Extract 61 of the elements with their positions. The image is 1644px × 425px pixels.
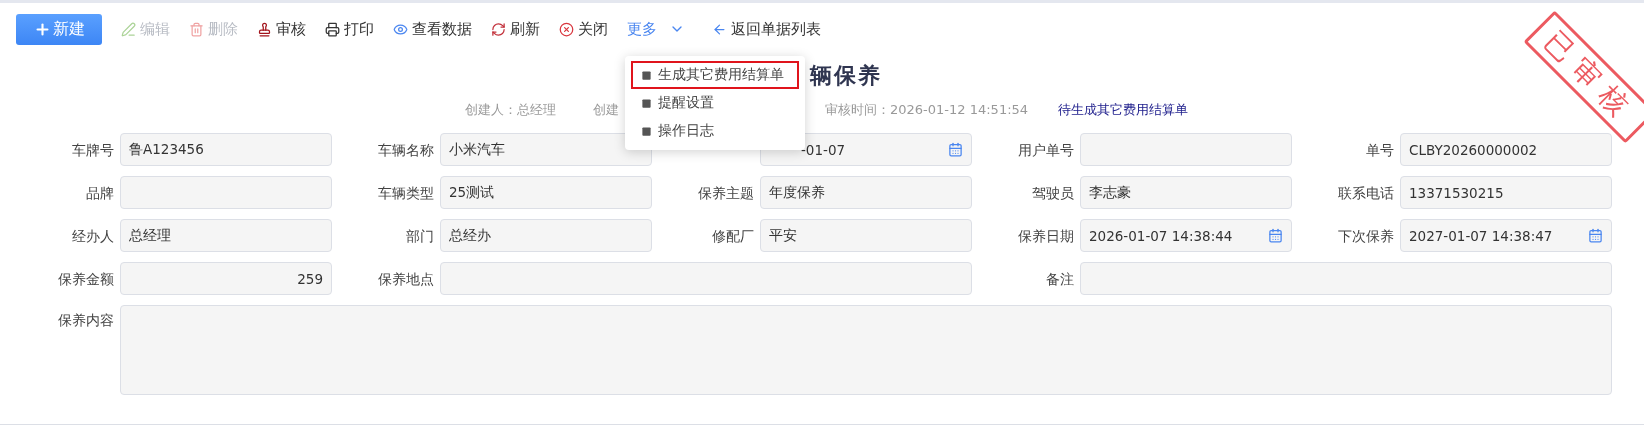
field-label: 保养内容: [57, 311, 115, 330]
more-dropdown[interactable]: 更多: [627, 19, 685, 39]
input-field[interactable]: 李志豪: [1080, 176, 1292, 209]
toolbar-button[interactable]: 返回单据列表: [712, 19, 821, 39]
toolbar-button[interactable]: 关闭: [559, 19, 608, 39]
page-title: 辆保养: [810, 63, 882, 88]
field-label: 经办人: [71, 227, 115, 246]
field-label: 备注: [1045, 270, 1075, 289]
input-field[interactable]: 鲁A123456: [120, 133, 332, 166]
status-text: 待生成其它费用结算单: [1058, 101, 1189, 119]
input-field[interactable]: 年度保养: [760, 176, 972, 209]
refresh-icon: [491, 21, 506, 37]
input-field[interactable]: 平安: [760, 219, 972, 252]
date-field[interactable]: 2027-01-07 14:38:47: [1400, 219, 1612, 252]
meta-text: 审核时间：2026-01-12 14:51:54: [825, 101, 1029, 119]
input-field[interactable]: 总经理: [120, 219, 332, 252]
date-field[interactable]: 2026-01-07 14:38:44: [1080, 219, 1292, 252]
field-label: 保养主题: [697, 184, 755, 203]
input-field[interactable]: 总经办: [440, 219, 652, 252]
pen-icon: [121, 21, 136, 37]
field-label: 车辆名称: [377, 141, 435, 160]
field-label: 保养金额: [57, 270, 115, 289]
input-field[interactable]: [440, 262, 972, 295]
input-field[interactable]: CLBY20260000002: [1400, 133, 1612, 166]
input-field[interactable]: [120, 176, 332, 209]
input-field[interactable]: 259: [120, 262, 332, 295]
menu-item[interactable]: 生成其它费用结算单: [631, 61, 799, 89]
field-label: 车牌号: [71, 141, 115, 160]
field-label: 保养地点: [377, 270, 435, 289]
input-field[interactable]: 小米汽车: [440, 133, 652, 166]
field-label: 驾驶员: [1031, 184, 1075, 203]
close-icon: [559, 21, 574, 37]
input-field[interactable]: [1080, 262, 1612, 295]
toolbar-button[interactable]: 刷新: [491, 19, 540, 39]
field-label: 用户单号: [1017, 141, 1075, 160]
field-label: 保养日期: [1017, 227, 1075, 246]
toolbar-button[interactable]: 查看数据: [393, 19, 472, 39]
input-field[interactable]: 13371530215: [1400, 176, 1612, 209]
input-field[interactable]: 25测试: [440, 176, 652, 209]
eye-icon: [393, 21, 408, 37]
meta-text: 创建: [593, 101, 619, 119]
stamp-icon: [257, 21, 272, 37]
calendar-icon: [948, 142, 963, 157]
field-label: 修配厂: [711, 227, 755, 246]
field-label: 单号: [1365, 141, 1395, 160]
field-label: 联系电话: [1337, 184, 1395, 203]
printer-icon: [325, 21, 340, 37]
calendar-icon: [1268, 228, 1283, 243]
field-label: 下次保养: [1337, 227, 1395, 246]
field-label: 部门: [405, 227, 435, 246]
menu-item[interactable]: 提醒设置: [625, 89, 805, 117]
meta-text: 创建人：总经理: [465, 101, 556, 119]
toolbar-button[interactable]: 审核: [257, 19, 306, 39]
plus-icon: [33, 20, 51, 38]
calendar-icon: [1588, 228, 1603, 243]
field-label: 车辆类型: [377, 184, 435, 203]
input-field[interactable]: [1080, 133, 1292, 166]
toolbar-button[interactable]: 打印: [325, 19, 374, 39]
field-label: 品牌: [85, 184, 115, 203]
trash-icon: [189, 21, 204, 37]
text-area[interactable]: [120, 305, 1612, 395]
